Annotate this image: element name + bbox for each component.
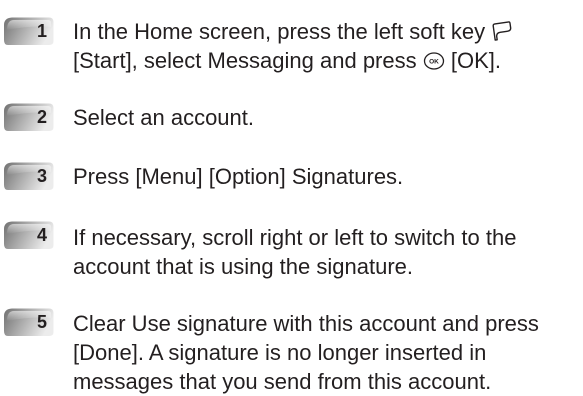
step-text-line: messages that you send from this account… — [73, 369, 492, 394]
step-number-badge: 3 — [4, 161, 54, 192]
step-number: 2 — [36, 107, 47, 127]
step-text: If necessary, scroll right or left to sw… — [73, 223, 578, 281]
step-text: Press [Menu] [Option] Signatures. — [73, 162, 578, 191]
step-text-line: Press [Menu] [Option] Signatures. — [73, 164, 404, 189]
step-text-line: If necessary, scroll right or left to sw… — [73, 225, 517, 250]
step-number-badge: 2 — [4, 102, 54, 133]
step-text: In the Home screen, press the left soft … — [73, 17, 578, 75]
left-soft-key-icon — [491, 20, 513, 42]
step-number: 5 — [36, 312, 47, 332]
step-text-line: [OK]. — [450, 48, 501, 73]
step-text-line: [Done]. A signature is no longer inserte… — [73, 340, 487, 365]
step-number-badge: 4 — [4, 220, 54, 251]
step-text-line: In the Home screen, press the left soft … — [73, 19, 486, 44]
step-number-badge: 5 — [4, 307, 54, 338]
svg-text:OK: OK — [429, 59, 439, 66]
step-number: 3 — [36, 166, 47, 186]
step-text: Clear Use signature with this account an… — [73, 309, 578, 396]
step-text: Select an account. — [73, 103, 578, 132]
step-text-line: [Start], select Messaging and press — [73, 48, 417, 73]
step-number: 1 — [36, 21, 47, 41]
step-number: 4 — [36, 225, 47, 245]
step-number-badge: 1 — [4, 16, 54, 47]
step-text-line: Clear Use signature with this account an… — [73, 311, 539, 336]
step-text-line: Select an account. — [73, 105, 255, 130]
step-text-line: account that is using the signature. — [73, 254, 413, 279]
ok-key-icon: OK — [423, 51, 445, 71]
